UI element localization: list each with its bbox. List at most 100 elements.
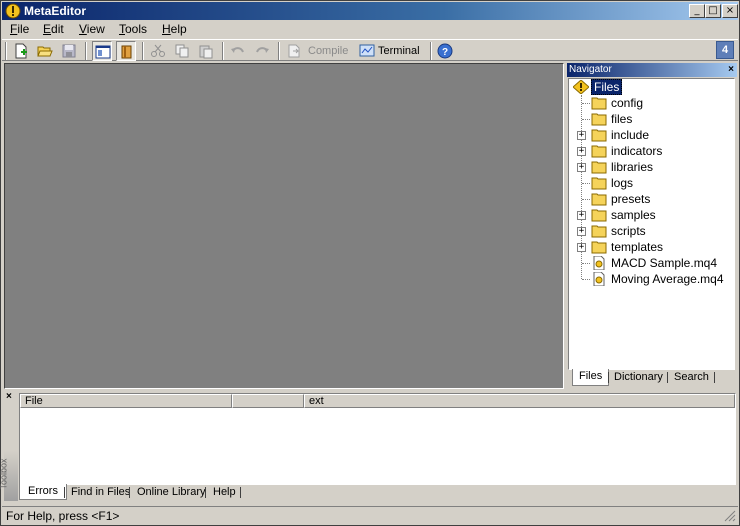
tree-item-config[interactable]: config: [569, 95, 734, 111]
expand-plus-icon[interactable]: +: [577, 211, 586, 220]
navigator-close-icon[interactable]: ×: [728, 63, 734, 77]
compile-icon: [288, 44, 300, 58]
title-bar[interactable]: MetaEditor _ □ ×: [2, 2, 738, 20]
tree-item-files[interactable]: files: [569, 111, 734, 127]
column-header-blank[interactable]: [232, 394, 304, 408]
book-icon: [121, 45, 132, 59]
paste-button[interactable]: [196, 41, 216, 61]
svg-text:?: ?: [442, 47, 448, 58]
navigator-file-tree[interactable]: Files config files + include + indicator…: [568, 78, 735, 370]
tab-online-library[interactable]: Online Library: [137, 485, 205, 500]
toolbox-results-list[interactable]: File ext: [19, 393, 736, 485]
tree-item-label: presets: [611, 192, 651, 206]
copy-button[interactable]: [172, 41, 192, 61]
tree-item-label: indicators: [611, 144, 663, 158]
toolbox-toggle-button[interactable]: [116, 41, 136, 61]
menu-file[interactable]: File: [10, 21, 29, 37]
tab-separator: [240, 487, 241, 498]
redo-icon: [256, 47, 269, 53]
tree-item-include[interactable]: + include: [569, 127, 734, 143]
toolbox-side-bar: × Toolbox: [0, 391, 18, 501]
menu-edit[interactable]: Edit: [43, 21, 64, 37]
cut-button[interactable]: [148, 41, 168, 61]
tree-item-moving-average[interactable]: Moving Average.mq4: [569, 271, 734, 287]
tree-root-files[interactable]: Files: [569, 79, 734, 95]
tab-files[interactable]: Files: [572, 369, 610, 386]
tree-item-logs[interactable]: logs: [569, 175, 734, 191]
tab-help[interactable]: Help: [213, 485, 236, 500]
column-header-ext[interactable]: ext: [304, 394, 735, 408]
terminal-label: Terminal: [378, 45, 420, 57]
undo-button[interactable]: [228, 41, 248, 61]
tree-item-label: files: [611, 112, 633, 126]
save-button[interactable]: [59, 41, 79, 61]
expand-plus-icon[interactable]: +: [577, 227, 586, 236]
tree-item-label: scripts: [611, 224, 646, 238]
tree-item-label: logs: [611, 176, 634, 190]
open-file-button[interactable]: [35, 41, 55, 61]
tree-item-label: libraries: [611, 160, 654, 174]
redo-button[interactable]: [252, 41, 272, 61]
expand-plus-icon[interactable]: +: [577, 243, 586, 252]
new-file-button[interactable]: [11, 41, 31, 61]
tree-connector: [582, 119, 590, 120]
close-button[interactable]: ×: [722, 4, 738, 18]
tree-item-samples[interactable]: + samples: [569, 207, 734, 223]
navigator-toggle-button[interactable]: [92, 41, 112, 61]
toolbox-close-icon[interactable]: ×: [6, 391, 12, 402]
tree-connector: [582, 263, 590, 264]
minimize-button[interactable]: _: [689, 4, 705, 18]
tree-item-label: Moving Average.mq4: [611, 272, 724, 286]
navigator-title-bar: Navigator ×: [567, 63, 737, 77]
tree-item-indicators[interactable]: + indicators: [569, 143, 734, 159]
expand-plus-icon[interactable]: +: [577, 131, 586, 140]
mdi-window-count-badge[interactable]: 4: [716, 41, 734, 59]
folder-icon: [591, 193, 607, 206]
compile-button[interactable]: Compile: [284, 41, 350, 61]
tree-item-templates[interactable]: + templates: [569, 239, 734, 255]
folder-icon: [591, 209, 607, 222]
folder-icon: [591, 177, 607, 190]
tree-item-presets[interactable]: presets: [569, 191, 734, 207]
tab-separator: [205, 487, 206, 498]
mq4-file-icon: [593, 272, 605, 286]
toolbox-tabs: Errors Find in Files Online Library Help: [19, 484, 736, 501]
tree-item-scripts[interactable]: + scripts: [569, 223, 734, 239]
folder-icon: [591, 97, 607, 110]
metaeditor-window: MetaEditor _ □ × File Edit View Tools He…: [0, 0, 740, 526]
menu-tools[interactable]: Tools: [119, 21, 147, 37]
new-file-icon: [15, 43, 27, 59]
tree-item-macd-sample[interactable]: MACD Sample.mq4: [569, 255, 734, 271]
column-header-file[interactable]: File: [20, 394, 232, 408]
tab-search[interactable]: Search: [674, 370, 709, 386]
tree-connector: [582, 183, 590, 184]
tab-find-in-files[interactable]: Find in Files: [71, 485, 130, 500]
maximize-button[interactable]: □: [705, 4, 721, 18]
expand-plus-icon[interactable]: +: [577, 147, 586, 156]
toolbar-grip: [5, 42, 7, 60]
resize-grip-icon[interactable]: [724, 510, 736, 522]
terminal-button[interactable]: Terminal: [357, 41, 427, 61]
scissors-icon: [151, 44, 165, 57]
menu-view[interactable]: View: [79, 21, 105, 37]
tab-separator: [129, 487, 130, 498]
metaeditor-app-icon: [5, 3, 21, 19]
tree-connector: [582, 199, 590, 200]
tree-connector: [582, 103, 590, 104]
help-button[interactable]: ?: [435, 41, 455, 61]
expand-plus-icon[interactable]: +: [577, 163, 586, 172]
tree-item-libraries[interactable]: + libraries: [569, 159, 734, 175]
warning-icon: [573, 80, 589, 94]
editor-workspace[interactable]: [4, 63, 564, 389]
folder-icon: [591, 225, 607, 238]
tab-separator: [64, 487, 65, 498]
navigator-tabs: Files Dictionary Search: [568, 369, 735, 388]
navigator-panel: Navigator × Files config files + include…: [567, 63, 737, 389]
folder-icon: [591, 241, 607, 254]
mq4-file-icon: [593, 256, 605, 270]
tab-dictionary[interactable]: Dictionary: [614, 370, 663, 386]
menu-help[interactable]: Help: [162, 21, 187, 37]
tab-errors[interactable]: Errors: [19, 484, 67, 500]
tab-separator: [667, 372, 668, 383]
navigator-window-icon: [95, 45, 111, 59]
